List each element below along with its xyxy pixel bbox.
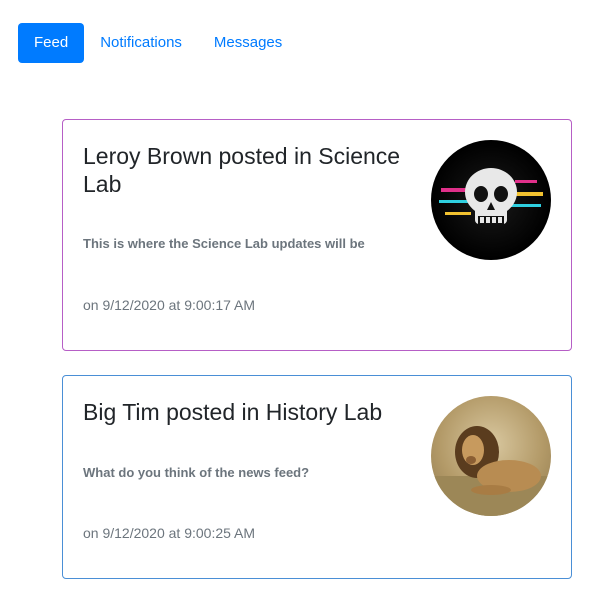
post-date: on 9/12/2020 at 9:00:17 AM — [83, 297, 256, 313]
post-body: What do you think of the news feed? — [83, 465, 310, 480]
tab-feed[interactable]: Feed — [18, 23, 85, 63]
skull-avatar-icon — [431, 140, 551, 260]
post-body: This is where the Science Lab updates wi… — [83, 236, 365, 251]
post-title: Leroy Brown posted in Science Lab — [83, 143, 401, 197]
post-title: Big Tim posted in History Lab — [83, 399, 383, 425]
tab-notifications[interactable]: Notifications — [84, 23, 198, 63]
post-date: on 9/12/2020 at 9:00:25 AM — [83, 525, 256, 541]
tab-messages[interactable]: Messages — [198, 23, 298, 63]
post-card: Big Tim posted in History Lab What do yo… — [62, 375, 572, 579]
lion-avatar-icon — [431, 396, 551, 516]
post-card: Leroy Brown posted in Science Lab This i… — [62, 119, 572, 351]
nav-tabs: Feed Notifications Messages — [18, 23, 298, 63]
